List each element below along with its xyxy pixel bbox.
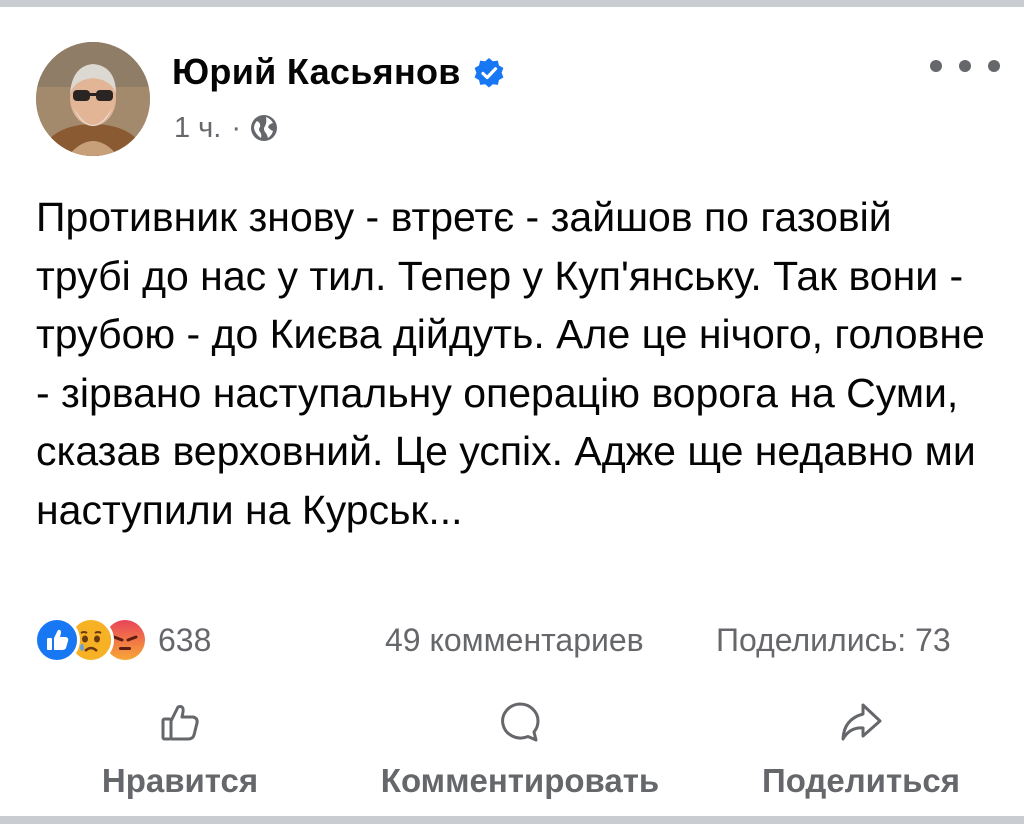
like-button[interactable]: Нравится bbox=[96, 700, 264, 800]
bottom-divider bbox=[0, 816, 1024, 824]
comment-label: Комментировать bbox=[380, 762, 660, 799]
author-block: Юрий Касьянов bbox=[172, 48, 505, 96]
shares-count-link[interactable]: Поделились: 73 bbox=[716, 618, 951, 662]
more-dot-icon bbox=[930, 60, 942, 72]
reactions-summary[interactable]: 638 bbox=[34, 617, 212, 663]
comments-count-link[interactable]: 49 комментариев bbox=[385, 618, 644, 662]
meta-separator: · bbox=[231, 111, 242, 144]
globe-icon[interactable] bbox=[249, 113, 279, 143]
like-icon bbox=[34, 617, 80, 663]
post-meta: 1 ч. · bbox=[174, 108, 279, 148]
more-options-button[interactable] bbox=[930, 46, 1000, 86]
top-divider bbox=[0, 0, 1024, 7]
post-timestamp[interactable]: 1 ч. bbox=[174, 112, 221, 145]
avatar[interactable] bbox=[36, 42, 150, 156]
share-button[interactable]: Поделиться bbox=[756, 700, 966, 800]
share-arrow-icon bbox=[839, 700, 883, 749]
share-label: Поделиться bbox=[761, 762, 961, 799]
comment-button[interactable]: Комментировать bbox=[370, 700, 670, 800]
reactions-count: 638 bbox=[158, 621, 212, 658]
like-label: Нравится bbox=[101, 762, 259, 799]
author-name[interactable]: Юрий Касьянов bbox=[172, 51, 461, 93]
post-text: Противник знову - втретє - зайшов по газ… bbox=[36, 194, 985, 533]
verified-badge-icon bbox=[473, 56, 505, 88]
thumbs-up-icon bbox=[158, 700, 202, 749]
comment-bubble-icon bbox=[498, 700, 542, 749]
more-dot-icon bbox=[959, 60, 971, 72]
more-dot-icon bbox=[988, 60, 1000, 72]
